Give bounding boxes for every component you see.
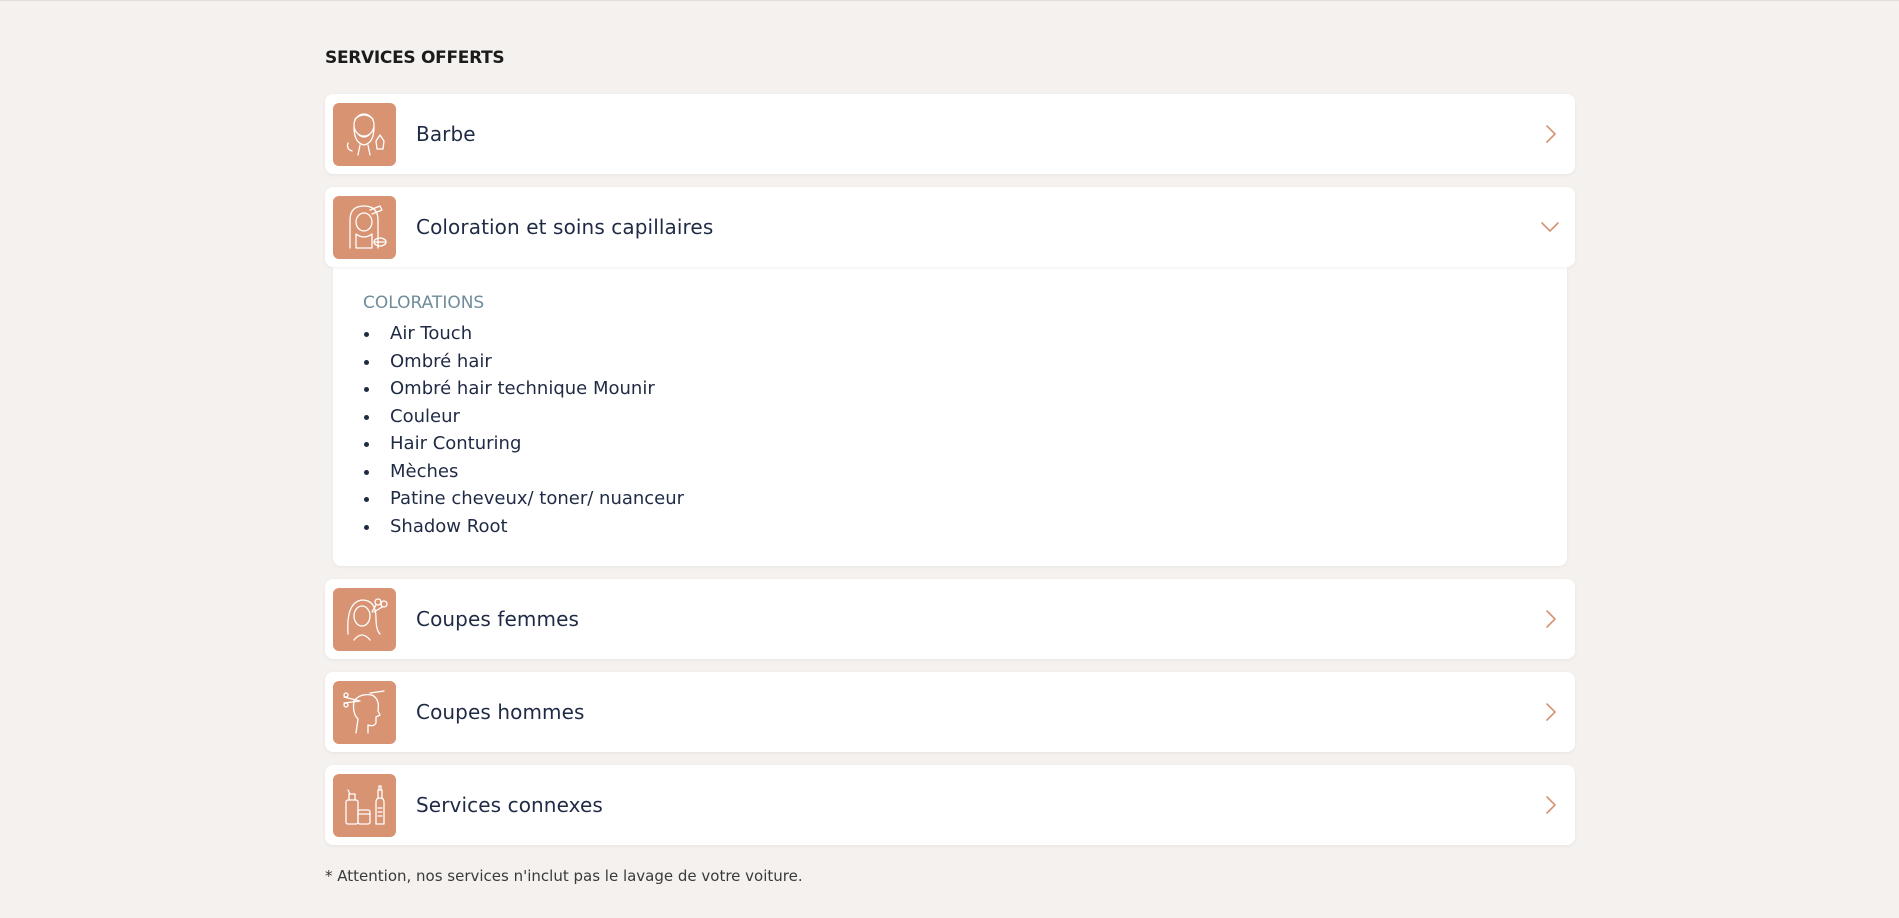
service-card-barbe[interactable]: Barbe (325, 94, 1575, 174)
chevron-down-icon (1541, 222, 1559, 232)
service-label: Coupes hommes (416, 700, 585, 724)
services-section: SERVICES OFFERTS Barbe Coloration et soi… (325, 46, 1575, 885)
beard-icon (333, 102, 396, 166)
woman-haircut-icon (333, 587, 396, 651)
list-item: Hair Conturing (363, 430, 1537, 458)
service-card-coupes-hommes[interactable]: Coupes hommes (325, 672, 1575, 752)
list-item: Ombré hair technique Mounir (363, 375, 1537, 403)
list-item: Couleur (363, 403, 1537, 431)
category-title: COLORATIONS (363, 293, 485, 313)
list-item: Air Touch (363, 320, 1537, 348)
footnote: * Attention, nos services n'inclut pas l… (325, 867, 803, 885)
man-haircut-icon (333, 680, 396, 744)
list-item: Ombré hair (363, 348, 1537, 376)
service-card-services-connexes[interactable]: Services connexes (325, 765, 1575, 845)
section-title: SERVICES OFFERTS (325, 48, 505, 68)
service-label: Coloration et soins capillaires (416, 215, 714, 239)
hair-coloring-icon (333, 195, 396, 259)
chevron-right-icon (1546, 610, 1556, 628)
service-label: Barbe (416, 122, 476, 146)
chevron-right-icon (1546, 796, 1556, 814)
hair-products-icon (333, 773, 396, 837)
list-item: Shadow Root (363, 513, 1537, 541)
service-card-coloration[interactable]: Coloration et soins capillaires (325, 187, 1575, 267)
chevron-right-icon (1546, 125, 1556, 143)
service-details-panel: COLORATIONS Air Touch Ombré hair Ombré h… (333, 267, 1567, 566)
service-card-coupes-femmes[interactable]: Coupes femmes (325, 579, 1575, 659)
service-label: Coupes femmes (416, 607, 579, 631)
chevron-right-icon (1546, 703, 1556, 721)
list-item: Patine cheveux/ toner/ nuanceur (363, 485, 1537, 513)
top-divider (0, 0, 1899, 1)
service-label: Services connexes (416, 793, 603, 817)
list-item: Mèches (363, 458, 1537, 486)
service-list: Air Touch Ombré hair Ombré hair techniqu… (363, 320, 1537, 540)
